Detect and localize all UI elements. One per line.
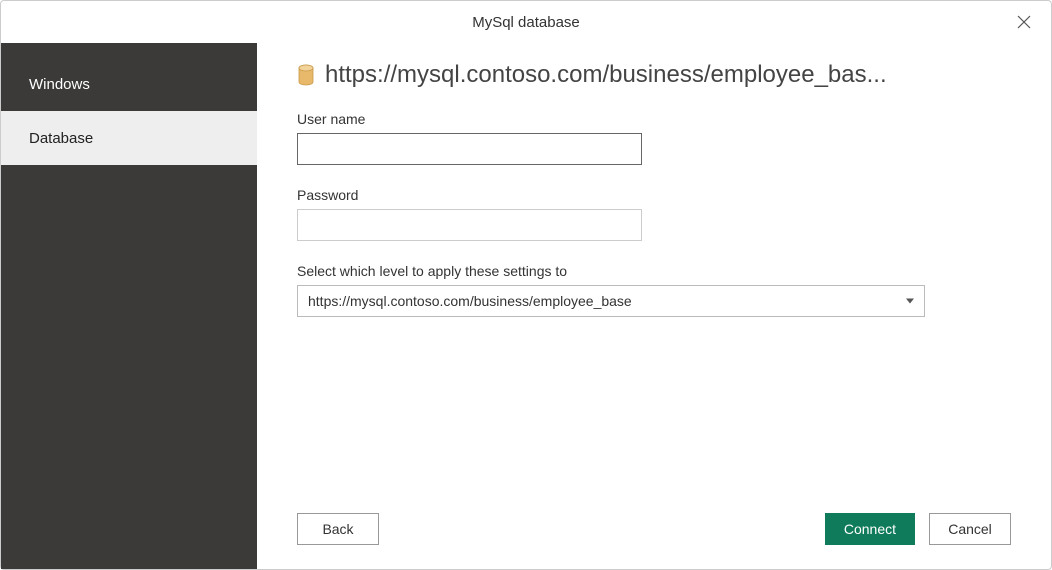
dialog-footer: Back Connect Cancel xyxy=(297,501,1011,545)
username-input[interactable] xyxy=(297,133,642,165)
auth-type-sidebar: Windows Database xyxy=(1,43,257,569)
titlebar: MySql database xyxy=(1,1,1051,43)
connect-button-label: Connect xyxy=(844,521,896,537)
dialog-body: Windows Database https://mysql.contoso.c… xyxy=(1,43,1051,569)
close-button[interactable] xyxy=(1011,9,1037,35)
password-input[interactable] xyxy=(297,209,642,241)
credentials-dialog: MySql database Windows Database xyxy=(0,0,1052,570)
chevron-down-icon xyxy=(906,299,914,304)
back-button[interactable]: Back xyxy=(297,513,379,545)
database-icon xyxy=(297,64,315,86)
main-panel: https://mysql.contoso.com/business/emplo… xyxy=(257,43,1051,569)
level-select[interactable]: https://mysql.contoso.com/business/emplo… xyxy=(297,285,925,317)
sidebar-item-database[interactable]: Database xyxy=(1,111,257,165)
sidebar-item-label: Database xyxy=(29,130,93,147)
connect-button[interactable]: Connect xyxy=(825,513,915,545)
dialog-title: MySql database xyxy=(472,14,580,31)
sidebar-item-windows[interactable]: Windows xyxy=(1,57,257,111)
cancel-button[interactable]: Cancel xyxy=(929,513,1011,545)
username-label: User name xyxy=(297,111,1011,127)
level-selected-value: https://mysql.contoso.com/business/emplo… xyxy=(308,293,632,309)
close-icon xyxy=(1016,14,1032,30)
password-label: Password xyxy=(297,187,1011,203)
cancel-button-label: Cancel xyxy=(948,521,992,537)
level-label: Select which level to apply these settin… xyxy=(297,263,1011,279)
connection-url: https://mysql.contoso.com/business/emplo… xyxy=(325,61,1011,89)
sidebar-item-label: Windows xyxy=(29,76,90,93)
connection-url-row: https://mysql.contoso.com/business/emplo… xyxy=(297,61,1011,89)
back-button-label: Back xyxy=(322,521,353,537)
